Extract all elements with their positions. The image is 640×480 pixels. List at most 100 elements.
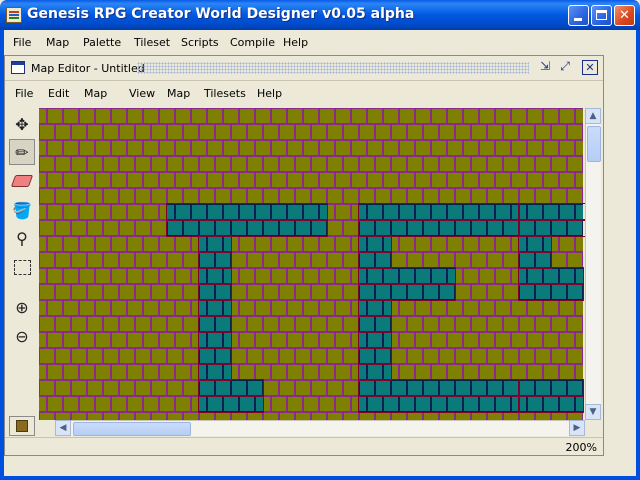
scroll-right-button[interactable]: ▶ — [569, 420, 585, 436]
brick-face — [407, 109, 414, 123]
brick-face — [568, 189, 582, 203]
water-brick — [224, 397, 231, 411]
map-viewport[interactable] — [39, 108, 585, 420]
fill-bucket-icon: 🪣 — [12, 200, 32, 220]
eyedropper-tool[interactable]: ⚲ — [9, 225, 35, 251]
editor-menu-edit[interactable]: Edit — [48, 87, 69, 100]
brick-face — [151, 269, 158, 283]
brick-face — [48, 365, 55, 379]
brick-face — [488, 317, 502, 331]
brick-face — [272, 333, 279, 347]
editor-menu-help[interactable]: Help — [257, 87, 282, 100]
brick-face — [168, 253, 182, 267]
brick-face — [528, 109, 535, 123]
map-editor-title-bar[interactable]: Map Editor - Untitled ⇲ ⤢ ✕ — [5, 56, 603, 81]
water-brick — [375, 333, 382, 347]
editor-menu-file[interactable]: File — [15, 87, 33, 100]
scroll-down-button[interactable]: ▼ — [585, 404, 601, 420]
eraser-tool[interactable] — [9, 168, 35, 194]
brick-face — [327, 237, 334, 251]
horizontal-scroll-thumb[interactable] — [73, 422, 191, 436]
fill-tool[interactable]: 🪣 — [9, 197, 35, 223]
brick-face — [184, 381, 198, 395]
menu-palette[interactable]: Palette — [83, 36, 121, 49]
brick-face — [80, 333, 87, 347]
brick-face — [448, 173, 455, 187]
menu-map[interactable]: Map — [46, 36, 69, 49]
minimize-button[interactable] — [568, 5, 589, 26]
water-brick — [375, 205, 382, 219]
brick-face — [128, 397, 135, 411]
brick-face — [272, 397, 279, 411]
brick-face — [135, 109, 142, 123]
editor-menu-map[interactable]: Map — [167, 87, 190, 100]
close-button[interactable]: ✕ — [614, 5, 635, 26]
brick-face — [503, 333, 510, 347]
editor-menu-select[interactable]: Map — [84, 87, 107, 100]
water-brick — [184, 221, 198, 235]
brick-face — [295, 237, 302, 251]
brick-face — [344, 381, 358, 395]
brick-face — [120, 285, 134, 299]
scroll-left-button[interactable]: ◀ — [55, 420, 71, 436]
brick-face — [432, 365, 439, 379]
menu-file[interactable]: File — [13, 36, 31, 49]
brick-face — [448, 301, 455, 315]
eyedropper-icon: ⚲ — [16, 228, 28, 248]
brick-face — [423, 365, 430, 379]
menu-help[interactable]: Help — [283, 36, 308, 49]
brick-face — [72, 349, 86, 363]
brick-face — [120, 189, 134, 203]
pencil-tool[interactable]: ✏ — [9, 139, 35, 165]
brick-face — [280, 381, 294, 395]
menu-compile[interactable]: Compile — [230, 36, 275, 49]
brick-face — [336, 301, 343, 315]
brick-face — [464, 269, 471, 283]
brick-face — [328, 221, 342, 235]
arrow-down-icon: ▼ — [589, 407, 597, 417]
internal-close-button[interactable]: ✕ — [582, 60, 598, 75]
brick-face — [471, 333, 478, 347]
brick-face — [551, 173, 558, 187]
menu-scripts[interactable]: Scripts — [181, 36, 219, 49]
brick-face — [544, 173, 551, 187]
horizontal-scrollbar[interactable]: ◀ ▶ — [55, 420, 585, 436]
window-title-bar[interactable]: Genesis RPG Creator World Designer v0.05… — [0, 0, 640, 30]
water-brick — [392, 285, 406, 299]
move-tool[interactable]: ✥ — [9, 111, 35, 137]
water-brick — [392, 381, 406, 395]
editor-menu-tilesets[interactable]: Tilesets — [204, 87, 246, 100]
brick-face — [408, 157, 422, 171]
brick-face — [368, 173, 375, 187]
brick-face — [535, 109, 542, 123]
brick-face — [408, 349, 422, 363]
brick-face — [96, 333, 103, 347]
editor-menu-view[interactable]: View — [129, 87, 155, 100]
map-canvas[interactable] — [39, 108, 585, 420]
brick-face — [264, 125, 278, 139]
water-brick — [472, 221, 486, 235]
water-brick — [488, 381, 502, 395]
scroll-up-button[interactable]: ▲ — [585, 108, 601, 124]
brick-face — [72, 285, 86, 299]
zoom-out-tool[interactable]: ⊖ — [9, 323, 35, 349]
brick-face — [503, 301, 510, 315]
brick-face — [535, 301, 542, 315]
brick-face — [552, 189, 566, 203]
zoom-in-tool[interactable]: ⊕ — [9, 294, 35, 320]
brick-face — [344, 189, 358, 203]
water-brick — [456, 221, 470, 235]
tileset-corner-button[interactable] — [9, 416, 35, 436]
internal-maximize-button[interactable]: ⤢ — [557, 60, 573, 75]
vertical-scrollbar[interactable]: ▲ ▼ — [585, 108, 601, 420]
brick-face — [72, 253, 86, 267]
brick-face — [103, 237, 110, 251]
brick-face — [167, 365, 174, 379]
select-tool[interactable] — [9, 254, 35, 280]
brick-face — [352, 269, 359, 283]
menu-tileset[interactable]: Tileset — [134, 36, 170, 49]
maximize-button[interactable] — [591, 5, 612, 26]
iconify-button[interactable]: ⇲ — [537, 60, 553, 75]
water-brick — [472, 381, 486, 395]
vertical-scroll-thumb[interactable] — [587, 126, 601, 162]
